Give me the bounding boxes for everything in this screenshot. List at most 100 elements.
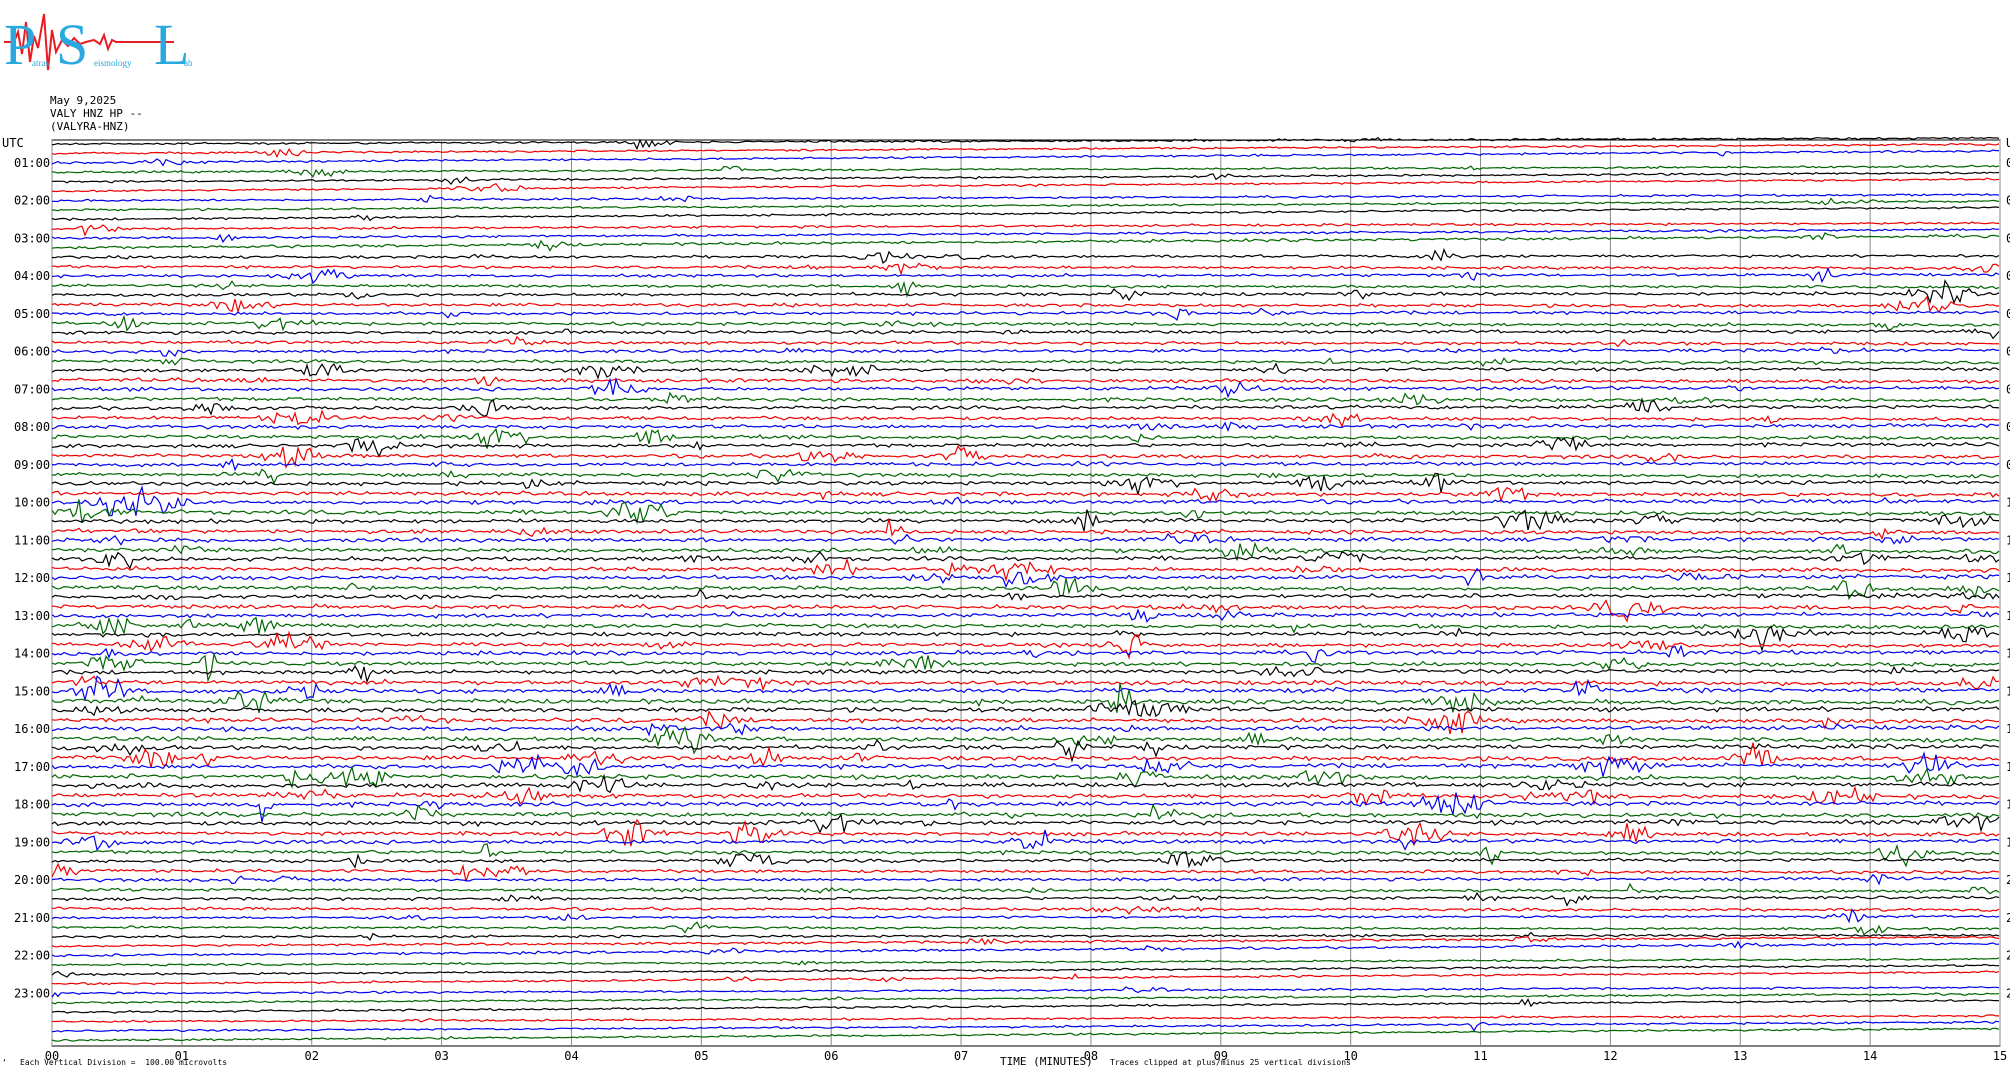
seismic-trace — [51, 375, 2000, 387]
right-hour-label: 19:15 — [2006, 835, 2010, 849]
left-hour-label: 13:00 — [14, 609, 50, 623]
left-hour-label: 10:00 — [14, 496, 50, 510]
right-hour-label: 14:15 — [2006, 647, 2010, 661]
seismic-trace — [51, 468, 1999, 485]
right-hour-label: 21:15 — [2006, 911, 2010, 925]
seismic-trace — [51, 608, 2000, 623]
seismic-trace — [51, 625, 2000, 653]
right-hour-label: 10:15 — [2006, 496, 2010, 510]
seismogram-chart: 00010203040506070809101112131415UTCUTC51… — [2, 136, 2010, 1063]
seismic-trace — [52, 630, 2000, 660]
seismic-trace — [51, 891, 2000, 907]
left-hour-label: 14:00 — [14, 647, 50, 661]
seismic-trace — [51, 644, 2000, 664]
seismic-trace — [52, 905, 2000, 915]
x-tick-label: 13 — [1733, 1049, 1747, 1063]
left-hour-label: 16:00 — [14, 722, 50, 736]
seismic-trace — [51, 397, 2000, 417]
right-hour-label: 17:15 — [2006, 760, 2010, 774]
footer-clip-note: Traces clipped at plus/minus 25 vertical… — [1110, 1058, 1351, 1067]
seismic-trace — [51, 751, 2000, 778]
left-hour-label: 22:00 — [14, 949, 50, 963]
right-hour-label: 15:15 — [2006, 684, 2010, 698]
seismic-trace — [51, 314, 2000, 332]
seismic-trace — [51, 599, 2000, 623]
trace-group — [51, 136, 2000, 1042]
seismic-trace — [51, 328, 2000, 340]
left-hour-label: 01:00 — [14, 156, 50, 170]
x-tick-label: 12 — [1603, 1049, 1617, 1063]
left-hour-label: 11:00 — [14, 533, 50, 547]
left-hour-label: 21:00 — [14, 911, 50, 925]
left-hour-label: 19:00 — [14, 835, 50, 849]
left-hour-label: 15:00 — [14, 684, 50, 698]
right-hour-label: 01:15 — [2006, 156, 2010, 170]
seismic-trace — [51, 532, 2000, 546]
seismic-trace — [51, 427, 2000, 449]
seismic-trace — [51, 421, 2000, 432]
footer-vertical-division: Each Vertical Division = 100.00 microvol… — [20, 1058, 228, 1067]
seismic-trace — [51, 567, 2000, 589]
seismic-trace — [51, 551, 2000, 570]
seismic-trace — [51, 171, 2000, 186]
seismic-trace — [51, 908, 2000, 924]
seismic-trace — [51, 357, 2000, 367]
seismic-trace — [52, 1014, 1999, 1023]
seismic-trace — [51, 193, 2000, 203]
seismic-trace — [51, 457, 2000, 472]
seismic-trace — [51, 307, 2000, 321]
right-hour-label: 18:15 — [2006, 798, 2010, 812]
seismic-trace — [51, 227, 2000, 244]
left-hour-label: 06:00 — [14, 345, 50, 359]
right-hour-label: 08:15 — [2006, 420, 2010, 434]
x-tick-label: 14 — [1863, 1049, 1877, 1063]
seismic-trace — [51, 664, 2000, 684]
right-hour-label: 06:15 — [2006, 345, 2010, 359]
seismic-trace — [51, 409, 2000, 429]
seismic-trace — [51, 935, 2000, 948]
seismic-trace — [51, 484, 2000, 517]
right-hour-label: 20:15 — [2006, 873, 2010, 887]
x-tick-label: 02 — [305, 1049, 319, 1063]
seismic-trace — [51, 149, 2000, 167]
right-hour-label: 11:15 — [2006, 533, 2010, 547]
seismic-trace — [51, 232, 2000, 252]
seismic-trace — [51, 346, 2000, 357]
left-hour-label: 04:00 — [14, 269, 50, 283]
seismic-trace — [51, 391, 2000, 406]
seismic-trace — [51, 699, 2000, 718]
x-tick-label: 04 — [564, 1049, 578, 1063]
left-hour-label: 20:00 — [14, 873, 50, 887]
seismic-trace — [51, 675, 2000, 701]
right-hour-label: 09:15 — [2006, 458, 2010, 472]
seismic-trace — [51, 616, 2000, 636]
x-tick-label: 05 — [694, 1049, 708, 1063]
right-hour-label: 02:15 — [2006, 194, 2010, 208]
left-hour-label: 02:00 — [14, 194, 50, 208]
seismic-trace — [51, 362, 2000, 380]
seismic-trace — [52, 280, 2000, 299]
left-axis-title: UTC — [2, 136, 24, 150]
seismic-trace — [51, 651, 2000, 683]
seismic-trace — [51, 931, 2000, 942]
left-hour-label: 09:00 — [14, 458, 50, 472]
seismic-trace — [51, 486, 2000, 504]
right-hour-label: 07:15 — [2006, 382, 2010, 396]
x-axis-title: TIME (MINUTES) — [1000, 1055, 1093, 1068]
seismic-trace — [51, 247, 2000, 265]
x-tick-label: 07 — [954, 1049, 968, 1063]
seismic-trace — [51, 557, 2000, 583]
seismic-trace — [51, 335, 2000, 348]
seismic-trace — [51, 725, 2000, 755]
x-tick-label: 06 — [824, 1049, 838, 1063]
seismic-trace — [51, 882, 2000, 895]
seismic-trace — [51, 963, 2000, 978]
left-hour-label: 23:00 — [14, 986, 50, 1000]
seismic-trace — [51, 136, 2000, 151]
right-hour-label: 03:15 — [2006, 231, 2010, 245]
left-hour-label: 18:00 — [14, 798, 50, 812]
footer-corner-mark: ‘ — [2, 1058, 7, 1067]
left-hour-label: 07:00 — [14, 382, 50, 396]
left-hour-label: 05:00 — [14, 307, 50, 321]
seismic-trace — [51, 262, 2000, 276]
